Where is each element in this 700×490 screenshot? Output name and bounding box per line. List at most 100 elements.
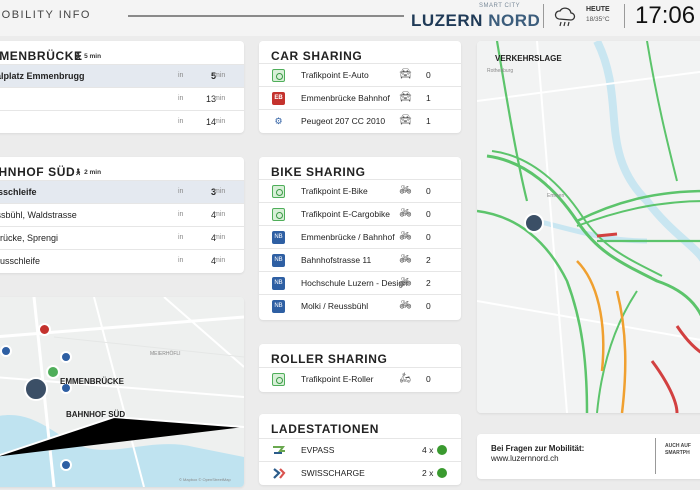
departures-card-bahnhof-sued: BAHNHOF SÜD 🚶︎ 2 min Busschleife in 3 mi…	[0, 157, 244, 273]
departure-in-label: in	[178, 211, 184, 218]
walking-person-icon: 🚶︎	[74, 169, 83, 176]
departure-unit: min	[214, 234, 226, 241]
info-side-line: AUCH AUF	[665, 443, 691, 449]
share-row[interactable]: NB Molki / Reussbühl 🚲︎ 0	[259, 294, 461, 317]
info-question: Bei Fragen zur Mobilität:	[491, 444, 585, 453]
charging-count: 4 x	[422, 445, 434, 455]
map-marker-car[interactable]	[38, 323, 51, 336]
departure-destination: Emmenbrücke, Sprengi	[0, 233, 59, 243]
share-count: 2	[426, 278, 431, 288]
swisscharge-logo-icon	[273, 468, 286, 479]
share-count: 1	[426, 93, 431, 103]
car-sharing-card: CAR SHARING Trafikpoint E-Auto 🚘︎ 0 EB E…	[259, 41, 461, 133]
bike-icon: 🚲︎	[399, 231, 412, 242]
charging-title: LADESTATIONEN	[271, 422, 380, 436]
departure-minutes: 4	[210, 256, 216, 266]
charging-count: 2 x	[422, 468, 434, 478]
bike-icon: 🚲︎	[399, 208, 412, 219]
station-title: BAHNHOF SÜD	[0, 165, 76, 179]
brand-name-a: LUZERN	[411, 11, 483, 30]
traffic-map-canvas	[477, 41, 700, 413]
departure-in-label: in	[178, 234, 184, 241]
departures-card-emmenbruecke: EMMENBRÜCKE 🚶︎ 5 min Gerliswilerstr / Se…	[0, 41, 244, 133]
share-count: 2	[426, 255, 431, 265]
info-side-note: AUCH AUF SMARTPH	[665, 443, 691, 457]
car-icon: 🚘︎	[399, 115, 412, 126]
share-row[interactable]: Trafikpoint E-Roller 🛵︎ 0	[259, 367, 461, 390]
map-attribution: © Mapbox © OpenStreetMap	[179, 477, 231, 482]
bike-sharing-title: BIKE SHARING	[271, 165, 366, 179]
info-separator	[655, 438, 656, 474]
charging-row[interactable]: EVPASS 4 x	[259, 438, 461, 461]
location-pin-icon[interactable]	[524, 213, 544, 233]
share-row[interactable]: EB Emmenbrücke Bahnhof 🚘︎ 1	[259, 86, 461, 109]
departure-destination: Reussbühl, Waldstrasse	[0, 210, 77, 220]
nextbike-logo-icon: NB	[272, 300, 285, 313]
departure-unit: min	[214, 188, 226, 195]
map-marker-bus[interactable]	[60, 459, 72, 471]
departure-row[interactable]: Reussbühl, Waldstrasse in 4 min	[0, 203, 244, 226]
share-row[interactable]: Trafikpoint E-Bike 🚲︎ 0	[259, 179, 461, 202]
map-place-label: Emmen	[547, 193, 565, 199]
departure-unit: min	[214, 72, 226, 79]
bike-icon: 🚲︎	[399, 185, 412, 196]
departure-unit: min	[214, 118, 226, 125]
walk-time: 🚶︎ 2 min	[74, 168, 101, 176]
charging-row[interactable]: SWISSCHARGE 2 x	[259, 461, 461, 484]
walk-time: 🚶︎ 5 min	[74, 52, 101, 60]
departure-in-label: in	[178, 72, 184, 79]
departure-row[interactable]: in 14 min	[0, 110, 244, 133]
share-row[interactable]: ⚙ Peugeot 207 CC 2010 🚘︎ 1	[259, 109, 461, 132]
roller-sharing-card: ROLLER SHARING Trafikpoint E-Roller 🛵︎ 0	[259, 344, 461, 392]
location-pin-icon[interactable]	[24, 377, 48, 401]
traffic-map[interactable]: VERKEHRSLAGE Emmen Rothenburg	[477, 41, 700, 413]
map-marker-bus[interactable]	[0, 345, 12, 357]
departure-in-label: in	[178, 188, 184, 195]
map-marker-bus[interactable]	[60, 351, 72, 363]
local-map[interactable]: EMMENBRÜCKE BAHNHOF SÜD MEIERHÖFLI © Map…	[0, 297, 244, 487]
nextbike-logo-icon: NB	[272, 254, 285, 267]
departure-in-label: in	[178, 95, 184, 102]
departure-minutes: 3	[210, 187, 216, 197]
trafikpoint-logo-icon	[272, 185, 285, 198]
share-count: 1	[426, 116, 431, 126]
departure-row[interactable]: Emmenbrücke, Sprengi in 4 min	[0, 226, 244, 249]
nextbike-logo-icon: NB	[272, 231, 285, 244]
header-bar: MOBILITY INFO SMART CITY LUZERN NORD HEU…	[0, 0, 700, 36]
share-row[interactable]: NB Hochschule Luzern - Design 🚲︎ 2	[259, 271, 461, 294]
departure-row[interactable]: Gerliswilerstr / Seetalplatz Emmenbrugg …	[0, 64, 244, 87]
map-place-label: Rothenburg	[487, 68, 514, 74]
car-sharing-title: CAR SHARING	[271, 49, 363, 63]
departure-in-label: in	[178, 257, 184, 264]
share-row[interactable]: NB Bahnhofstrasse 11 🚲︎ 2	[259, 248, 461, 271]
share-row[interactable]: Trafikpoint E-Auto 🚘︎ 0	[259, 63, 461, 86]
brand-logo: SMART CITY LUZERN NORD	[411, 3, 540, 31]
departure-row[interactable]: in 13 min	[0, 87, 244, 110]
map-label-district: MEIERHÖFLI	[150, 351, 181, 357]
trafikpoint-logo-icon	[272, 208, 285, 221]
rain-cloud-icon	[554, 7, 576, 27]
walk-time-value: 5 min	[84, 53, 102, 60]
trafikpoint-logo-icon	[272, 373, 285, 386]
mobility-logo-icon: EB	[272, 92, 285, 105]
info-website-link[interactable]: www.luzernnord.ch	[491, 454, 559, 463]
nextbike-logo-icon: NB	[272, 277, 285, 290]
share-row[interactable]: Trafikpoint E-Cargobike 🚲︎ 0	[259, 202, 461, 225]
car-icon: 🚘︎	[399, 69, 412, 80]
share-count: 0	[426, 232, 431, 242]
bike-icon: 🚲︎	[399, 300, 412, 311]
departure-row[interactable]: Busschleife in 4 min	[0, 249, 244, 272]
weather-day-label: HEUTE	[586, 6, 610, 13]
share-count: 0	[426, 301, 431, 311]
brand-name: LUZERN NORD	[411, 11, 540, 31]
share-count: 0	[426, 186, 431, 196]
bike-icon: 🚲︎	[399, 277, 412, 288]
weather-temperature: 18/35°C	[586, 16, 610, 23]
scooter-icon: 🛵︎	[399, 373, 412, 384]
share-row[interactable]: NB Emmenbrücke / Bahnhof 🚲︎ 0	[259, 225, 461, 248]
roller-sharing-title: ROLLER SHARING	[271, 352, 388, 366]
map-marker-bike[interactable]	[46, 365, 60, 379]
status-available-icon	[437, 468, 447, 478]
departure-row[interactable]: Busschleife in 3 min	[0, 180, 244, 203]
map-label-bahnhof-sued: BAHNHOF SÜD	[66, 410, 126, 419]
